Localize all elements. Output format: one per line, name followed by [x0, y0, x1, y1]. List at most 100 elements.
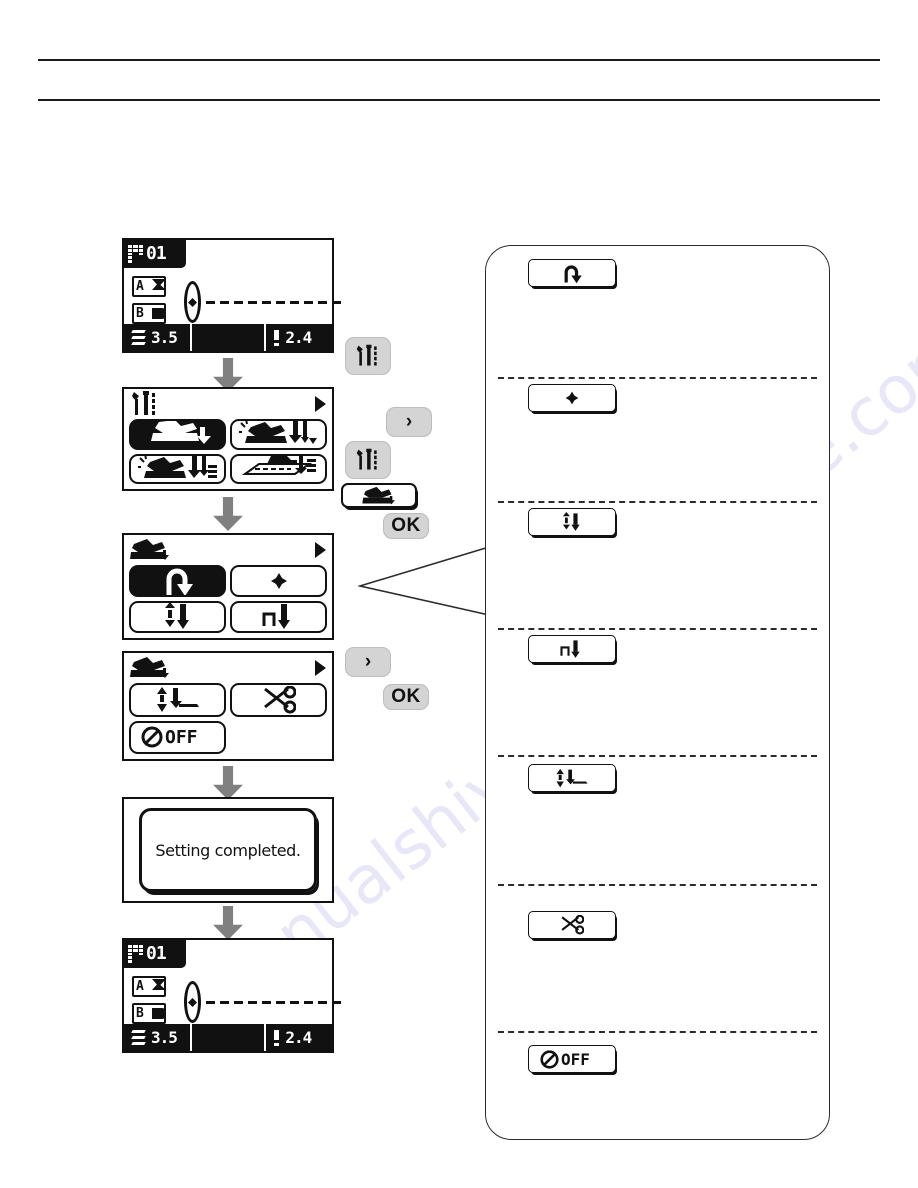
pattern-screen-after: 01 A B 3.5 2.4 — [122, 938, 344, 1053]
legend-divider — [498, 1031, 817, 1033]
flow-arrow-2 — [213, 497, 243, 531]
option-button-thread-cutter[interactable] — [230, 683, 327, 717]
foot-row-a-label: A — [136, 979, 144, 994]
option-button-needle-stop[interactable] — [230, 601, 327, 633]
option-button-presser-foot-lift[interactable] — [129, 683, 226, 717]
no-entry-icon — [141, 726, 163, 748]
needle-position-block: A B — [132, 276, 184, 326]
option-button-off-label: OFF — [165, 726, 198, 748]
settings-menu-screen — [122, 387, 334, 491]
manual-page: manualshive.com manualshive.com 01 A B — [0, 0, 918, 1188]
legend-off-label: OFF — [561, 1049, 590, 1069]
triangle-right-icon — [315, 660, 326, 676]
foot-option-screen-page1 — [122, 533, 334, 640]
ok-key-1[interactable]: OK — [383, 513, 429, 539]
presser-foot-down-icon — [130, 538, 170, 562]
option-button-needle-up-down[interactable] — [129, 601, 226, 633]
stitch-length-value: 2.4 — [285, 327, 312, 347]
option-button-u-turn-down[interactable] — [129, 565, 226, 597]
ok-key-1-label: OK — [391, 515, 421, 536]
foot-option-grid-page1 — [129, 565, 327, 633]
thread-cutter-icon — [561, 915, 584, 935]
foot-row-b-label: B — [136, 1006, 144, 1021]
legend-divider — [498, 884, 817, 886]
pattern-number-badge: 01 — [124, 240, 186, 268]
ok-key-2-label: OK — [391, 686, 421, 707]
legend-divider — [498, 377, 817, 379]
menu-header — [124, 389, 332, 419]
legend-needle-stop[interactable] — [528, 635, 616, 663]
menu-button-needle-up-down-b[interactable] — [129, 453, 226, 484]
foot-down-key[interactable] — [341, 483, 417, 508]
foot-option-screen-page2: OFF — [122, 651, 334, 761]
stitch-width-value: 3.5 — [151, 1027, 178, 1047]
stitch-length-value: 2.4 — [285, 1027, 312, 1047]
triangle-right-icon — [315, 542, 326, 558]
header-rule-bottom — [38, 99, 880, 101]
option-button-off[interactable]: OFF — [129, 720, 226, 754]
presser-foot-b-icon — [152, 1008, 166, 1019]
stitch-length-icon — [274, 329, 280, 346]
legend-divider — [498, 501, 817, 503]
stitch-grid-icon — [128, 945, 143, 963]
stitch-width-icon — [131, 1030, 146, 1045]
next-page-key-1[interactable]: › — [386, 407, 432, 437]
presser-foot-b-icon — [152, 308, 166, 319]
confirmation-message: Setting completed. — [155, 840, 301, 860]
settings-menu-grid — [129, 419, 327, 484]
presser-foot-down-icon — [362, 486, 395, 504]
u-turn-down-icon — [564, 264, 582, 283]
triangle-right-icon — [315, 396, 326, 412]
menu-button-presser-foot-down[interactable] — [129, 419, 226, 450]
legend-thread-cutter[interactable] — [528, 911, 616, 939]
chevron-right-icon: › — [364, 651, 372, 672]
stitch-preview — [206, 301, 344, 304]
header-rule-top — [38, 59, 880, 61]
callout-pointer — [358, 546, 490, 616]
legend-needle-up-down[interactable] — [528, 508, 616, 536]
status-center-cell — [189, 324, 265, 351]
pattern-screen-before: 01 A B 3.5 2.4 — [122, 238, 344, 353]
no-entry-icon — [540, 1049, 559, 1069]
confirmation-dialog: Setting completed. — [139, 808, 317, 892]
legend-divider — [498, 755, 817, 757]
chevron-right-icon: › — [405, 411, 413, 432]
menu-button-needle-up-down-a[interactable] — [230, 419, 327, 450]
stitch-width-value: 3.5 — [151, 327, 178, 347]
legend-off[interactable]: OFF — [528, 1045, 616, 1073]
dot-icon — [565, 391, 579, 405]
legend-u-turn-down[interactable] — [528, 259, 616, 287]
needle-position-block: A B — [132, 976, 184, 1026]
legend-dot[interactable] — [528, 384, 616, 412]
stitch-width-icon — [131, 330, 146, 345]
status-center-cell — [189, 1024, 265, 1051]
tools-icon — [130, 391, 160, 416]
flow-arrow-3 — [213, 766, 243, 800]
foot-row-b-label: B — [136, 306, 144, 321]
stitch-length-cell: 2.4 — [264, 324, 332, 351]
settings-key-2[interactable] — [345, 441, 391, 479]
tools-icon — [356, 448, 377, 470]
legend-divider — [498, 628, 817, 630]
pattern-number-badge: 01 — [124, 940, 186, 968]
needle-up-down-icon — [562, 511, 580, 531]
stitch-preview — [206, 1001, 344, 1004]
confirmation-screen: Setting completed. — [122, 797, 334, 903]
status-bar: 3.5 2.4 — [124, 1024, 332, 1051]
menu-header — [124, 535, 332, 565]
legend-presser-foot-lift[interactable] — [528, 764, 616, 792]
needle-stop-icon — [560, 639, 580, 658]
stitch-grid-icon — [128, 245, 143, 263]
settings-key-1[interactable] — [345, 337, 391, 375]
foot-option-grid-page2: OFF — [129, 683, 327, 754]
pattern-number: 01 — [146, 943, 167, 964]
next-page-key-2[interactable]: › — [345, 647, 391, 677]
stitch-width-cell: 3.5 — [124, 324, 190, 351]
option-button-dot[interactable] — [230, 565, 327, 597]
tools-icon — [356, 344, 377, 366]
option-legend-panel: OFF — [485, 245, 830, 1140]
status-bar: 3.5 2.4 — [124, 324, 332, 351]
menu-button-fabric-feed[interactable] — [230, 453, 327, 484]
pattern-number: 01 — [146, 243, 167, 264]
ok-key-2[interactable]: OK — [383, 684, 429, 710]
